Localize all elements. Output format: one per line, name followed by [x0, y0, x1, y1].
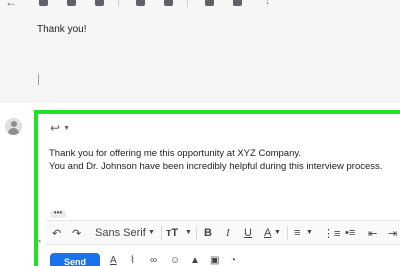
formatting-toolbar: ↶ ↷ Sans Serif ▼ тT ▼ B I U A ▼ ≡ ▼ ⋮≡ •…: [46, 220, 400, 245]
move-to-icon[interactable]: [205, 0, 214, 6]
toolbar-divider: [196, 226, 197, 240]
toolbar-divider: [118, 0, 119, 7]
chevron-down-icon[interactable]: ▼: [185, 229, 192, 236]
mark-unread-icon[interactable]: [136, 0, 145, 6]
archive-icon[interactable]: [39, 0, 48, 6]
underline-button[interactable]: U: [244, 227, 252, 239]
toolbar-divider: [187, 0, 188, 7]
message-thread: [0, 8, 400, 103]
snooze-icon[interactable]: [164, 0, 173, 6]
show-trimmed-content-button[interactable]: •••: [50, 209, 66, 218]
delete-icon[interactable]: [95, 0, 104, 6]
indent-less-icon[interactable]: ⇤: [368, 227, 377, 240]
chevron-down-icon[interactable]: ▼: [306, 229, 313, 236]
formatting-options-icon[interactable]: A: [110, 255, 117, 266]
insert-photo-icon[interactable]: ▣: [210, 255, 219, 266]
more-options-icon[interactable]: ⋮: [262, 0, 273, 6]
text-color-button[interactable]: A: [264, 227, 271, 239]
top-toolbar: ← ⋮: [0, 0, 400, 8]
numbered-list-icon[interactable]: ⋮≡: [323, 227, 340, 240]
reply-icon[interactable]: ↩: [50, 122, 60, 134]
label-icon[interactable]: [233, 0, 242, 6]
compose-body[interactable]: Thank you for offering me this opportuni…: [49, 147, 382, 173]
reply-type-selector[interactable]: ↩ ▼: [50, 122, 70, 134]
font-size-icon[interactable]: тT: [166, 227, 178, 239]
font-family-select[interactable]: Sans Serif: [95, 227, 146, 239]
compose-line: You and Dr. Johnson have been incredibly…: [49, 161, 383, 172]
avatar: [5, 118, 22, 135]
back-arrow-icon[interactable]: ←: [5, 0, 17, 8]
undo-icon[interactable]: ↶: [52, 227, 61, 240]
previous-message-text: Thank you!: [37, 24, 87, 35]
indent-more-icon[interactable]: ⇥: [388, 227, 397, 240]
toolbar-divider: [287, 226, 288, 240]
chevron-down-icon[interactable]: ▼: [148, 229, 155, 236]
toolbar-divider: [161, 226, 162, 240]
report-spam-icon[interactable]: [67, 0, 76, 6]
insert-link-icon[interactable]: ∞: [150, 255, 157, 266]
bold-button[interactable]: B: [204, 227, 212, 239]
insert-emoji-icon[interactable]: ☺: [170, 255, 180, 266]
reply-compose-box[interactable]: ↩ ▼ Thank you for offering me this oppor…: [34, 110, 400, 266]
compose-action-bar: Send A ⌇ ∞ ☺ ▲ ▣ ◔: [46, 252, 400, 266]
chevron-down-icon[interactable]: ▼: [274, 229, 281, 236]
text-cursor: [38, 74, 39, 85]
chevron-down-icon[interactable]: ▼: [63, 125, 70, 132]
italic-button[interactable]: I: [226, 227, 230, 239]
chevron-left-icon: ◂: [37, 238, 41, 245]
attach-file-icon[interactable]: ⌇: [130, 255, 135, 266]
confidential-mode-icon[interactable]: ◔: [230, 255, 236, 266]
send-button[interactable]: Send: [50, 253, 100, 266]
bulleted-list-icon[interactable]: •≡: [345, 227, 355, 239]
redo-icon[interactable]: ↷: [72, 227, 81, 240]
drive-icon[interactable]: ▲: [190, 255, 200, 266]
align-icon[interactable]: ≡: [294, 227, 300, 239]
compose-line: Thank you for offering me this opportuni…: [49, 148, 302, 159]
